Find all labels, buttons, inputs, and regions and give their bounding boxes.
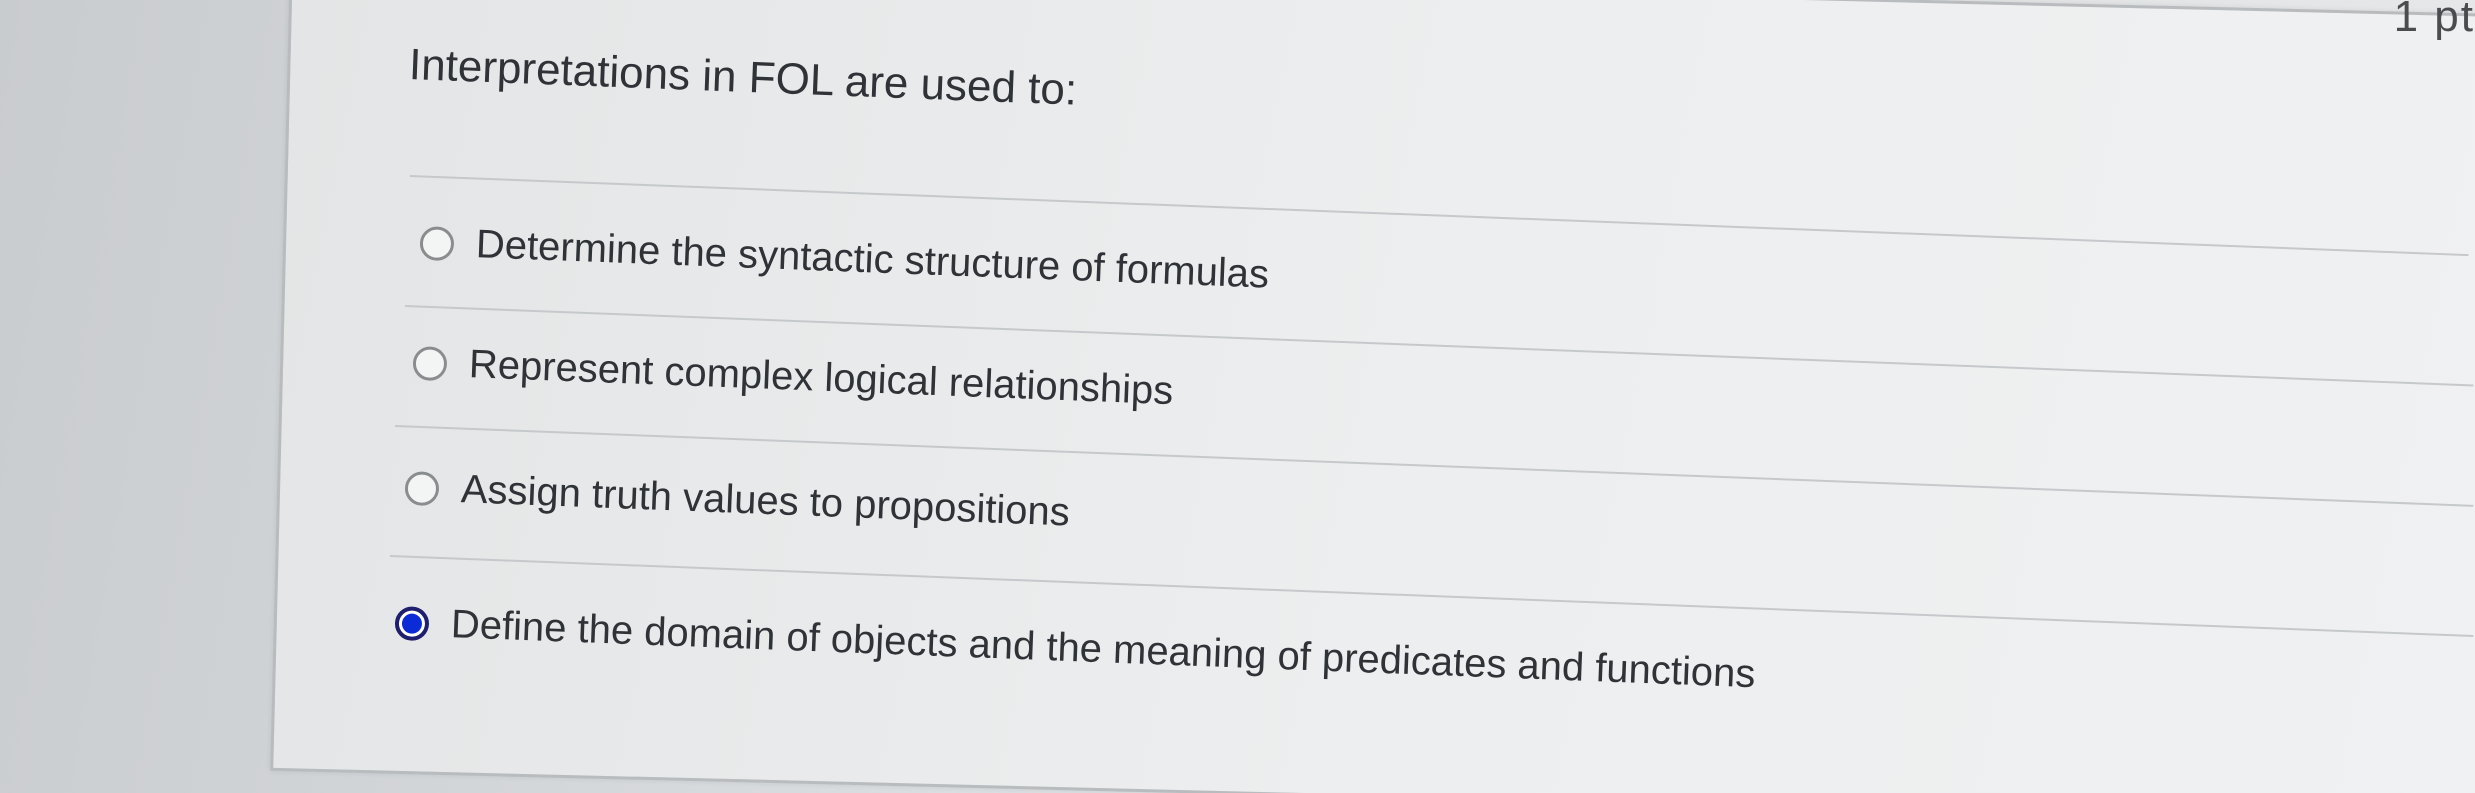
answer-option-1[interactable]: Determine the syntactic structure of for… — [419, 220, 1270, 298]
answer-label: Define the domain of objects and the mea… — [450, 602, 1757, 697]
radio-button-unselected[interactable] — [419, 225, 455, 261]
answer-option-3[interactable]: Assign truth values to propositions — [404, 465, 1071, 536]
radio-dot-icon — [401, 612, 423, 634]
answer-label: Represent complex logical relationships — [468, 342, 1175, 414]
radio-button-unselected[interactable] — [412, 345, 448, 381]
radio-button-unselected[interactable] — [404, 470, 440, 506]
answer-label: Assign truth values to propositions — [460, 467, 1071, 535]
radio-button-selected[interactable] — [394, 605, 430, 641]
answer-label: Determine the syntactic structure of for… — [475, 222, 1270, 297]
answer-option-2[interactable]: Represent complex logical relationships — [412, 340, 1174, 414]
answer-list: Determine the syntactic structure of for… — [0, 0, 2475, 793]
screen: 1 pt Interpretations in FOL are used to:… — [0, 0, 2475, 793]
answer-option-4[interactable]: Define the domain of objects and the mea… — [394, 600, 1756, 697]
